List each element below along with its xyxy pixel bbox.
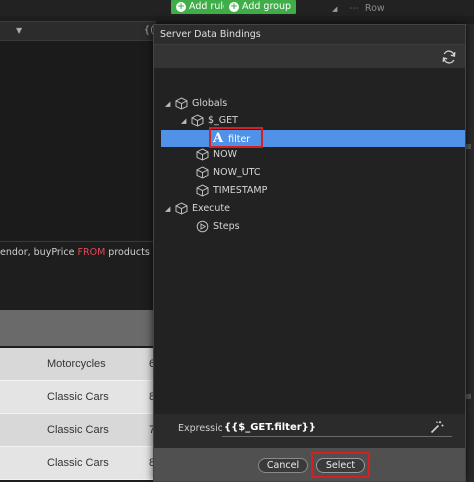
expand-triangle-icon[interactable]: ◢ <box>165 200 175 218</box>
column-header-bar: ▼ {( <box>0 21 156 41</box>
left-panel <box>0 41 156 240</box>
table-row[interactable]: Classic Cars 8 <box>0 447 156 480</box>
tree-item-filter[interactable]: Afilter <box>213 130 250 147</box>
results-table: Motorcycles 6 Classic Cars 8 Classic Car… <box>0 348 156 480</box>
top-toolbar: + Add rule + Add group ◢ ⋯ Row <box>0 0 474 16</box>
drag-handle-icon: ⋯ <box>349 3 359 14</box>
expression-input[interactable] <box>222 419 452 437</box>
sql-query-text: endor, buyPrice FROM products <box>0 247 150 258</box>
dialog-footer: Cancel Select <box>154 448 465 481</box>
table-cell-category: Motorcycles <box>47 358 106 370</box>
tree-item-now[interactable]: NOW <box>196 146 237 164</box>
expand-triangle-icon: ◢ <box>332 5 338 13</box>
panel-marker <box>466 144 471 149</box>
table-row[interactable]: Motorcycles 6 <box>0 348 156 381</box>
panel-marker <box>466 394 471 399</box>
dialog-toolbar <box>154 44 465 69</box>
magic-wand-icon[interactable] <box>430 420 444 434</box>
plus-icon: + <box>176 2 186 12</box>
tree-item-steps[interactable]: Steps <box>196 218 240 236</box>
server-data-bindings-dialog: Server Data Bindings ◢ Globals ◢ $_GET Afi… <box>153 24 466 482</box>
text-type-icon: A <box>213 131 224 146</box>
tree-item-timestamp[interactable]: TIMESTAMP <box>196 182 267 200</box>
dialog-title: Server Data Bindings <box>154 25 465 44</box>
add-group-button[interactable]: + Add group <box>224 0 297 14</box>
table-row[interactable]: Classic Cars 8 <box>0 381 156 414</box>
cube-icon <box>175 202 188 215</box>
tree-item-execute[interactable]: ◢ Execute <box>165 200 230 218</box>
tree-selection-highlight <box>161 130 465 147</box>
cube-icon <box>175 97 188 110</box>
table-row[interactable]: Classic Cars 7 <box>0 414 156 447</box>
cancel-button[interactable]: Cancel <box>258 458 308 473</box>
plus-icon: + <box>229 2 239 12</box>
play-circle-icon <box>196 220 209 233</box>
expression-area: Expression <box>154 414 465 444</box>
bindings-tree: ◢ Globals ◢ $_GET Afilter NOW NOW_UTC TIME… <box>154 69 465 414</box>
cube-icon <box>196 166 209 179</box>
select-highlight-box: Select <box>311 452 370 478</box>
dropdown-arrow-icon[interactable]: ▼ <box>16 26 22 35</box>
table-cell-category: Classic Cars <box>47 457 109 469</box>
table-cell-category: Classic Cars <box>47 391 109 403</box>
cube-icon <box>191 114 204 127</box>
cube-icon <box>196 184 209 197</box>
refresh-icon[interactable] <box>441 49 457 65</box>
tree-item-globals[interactable]: ◢ Globals <box>165 95 227 113</box>
select-button[interactable]: Select <box>316 458 365 473</box>
cube-icon <box>196 148 209 161</box>
sql-query-area[interactable]: endor, buyPrice FROM products <box>0 241 156 310</box>
results-header-bar <box>0 310 156 346</box>
expand-triangle-icon[interactable]: ◢ <box>165 95 175 113</box>
table-cell-category: Classic Cars <box>47 424 109 436</box>
tree-item-now-utc[interactable]: NOW_UTC <box>196 164 261 182</box>
row-tree-item[interactable]: ◢ ⋯ Row <box>332 3 385 14</box>
expand-triangle-icon[interactable]: ◢ <box>181 112 191 130</box>
